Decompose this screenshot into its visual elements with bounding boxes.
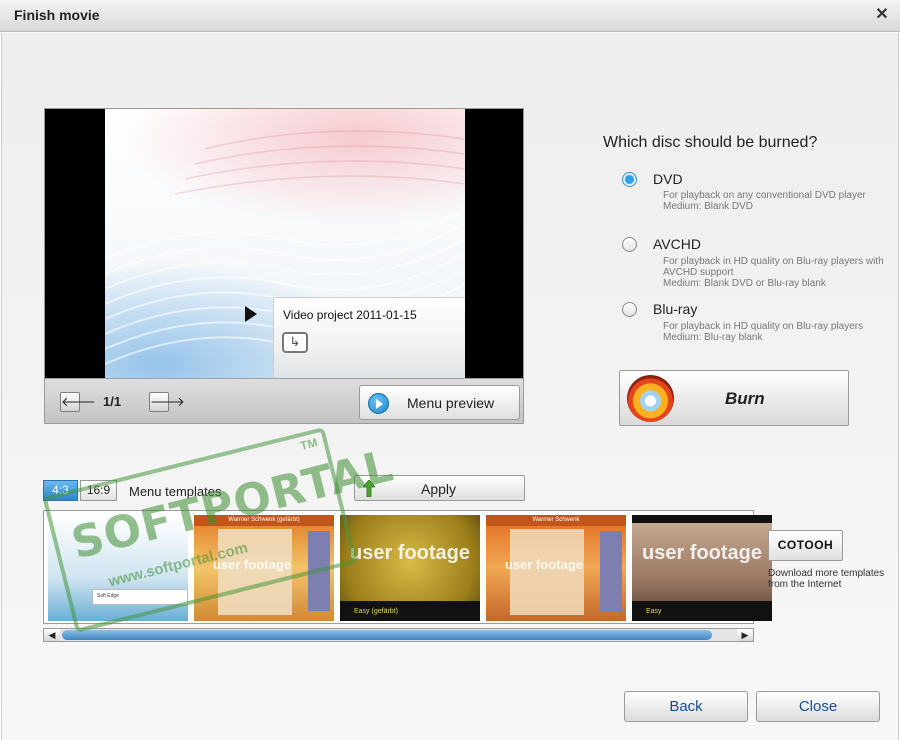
template-big-text: user footage — [504, 557, 583, 572]
template-strip: Soft Edge Warmer Schwenk (gefärbt) user … — [43, 510, 772, 624]
template-footer-bar: Easy (gefärbt) — [340, 601, 480, 621]
template-footer-text: Easy — [646, 608, 662, 615]
burn-button[interactable]: Burn — [619, 370, 849, 426]
template-thumbnail[interactable]: Warmer Schwenk (gefärbt) user footage — [194, 515, 334, 621]
previous-page-button[interactable]: 🡐 — [60, 392, 96, 412]
radio-bluray[interactable] — [622, 302, 637, 317]
title-bar: Finish movie ✕ — [0, 0, 900, 32]
menu-preview-panel: Video project 2011-01-15 ↳ 🡐 1/1 🡒 Menu … — [44, 108, 524, 424]
burn-label: Burn — [725, 389, 765, 408]
template-big-text: user footage — [212, 557, 291, 572]
burning-disc-icon — [627, 375, 674, 422]
radio-dvd[interactable] — [622, 172, 637, 187]
template-footer-text: Easy (gefärbt) — [354, 608, 398, 615]
menu-preview-button[interactable]: Menu preview — [359, 385, 520, 420]
window-title: Finish movie — [14, 7, 100, 23]
radio-avchd[interactable] — [622, 237, 637, 252]
option-bluray-label[interactable]: Blu-ray — [653, 301, 697, 317]
menu-background: Video project 2011-01-15 ↳ — [105, 109, 465, 378]
return-icon[interactable]: ↳ — [282, 332, 308, 353]
template-thumbnail[interactable]: user footage Easy — [632, 515, 772, 621]
option-avchd-description: For playback in HD quality on Blu-ray pl… — [663, 256, 884, 289]
play-arrow-icon[interactable] — [245, 306, 257, 322]
close-icon[interactable]: ✕ — [872, 5, 892, 25]
back-button[interactable]: Back — [624, 691, 748, 722]
tab-aspect-4-3[interactable]: 4:3 — [43, 480, 78, 501]
template-thumbnail[interactable]: Soft Edge — [48, 515, 188, 621]
option-dvd-description: For playback on any conventional DVD pla… — [663, 190, 866, 212]
preview-screen: Video project 2011-01-15 ↳ — [45, 109, 523, 378]
template-scrollbar[interactable]: ◀ ▶ — [43, 628, 754, 642]
option-avchd-label[interactable]: AVCHD — [653, 236, 701, 252]
up-arrow-icon — [363, 480, 375, 497]
template-top-bar — [632, 515, 772, 523]
option-dvd-label[interactable]: DVD — [653, 171, 683, 187]
preview-toolbar: 🡐 1/1 🡒 Menu preview — [45, 378, 523, 423]
disc-question: Which disc should be burned? — [603, 134, 818, 151]
download-templates-text: Download more templates from the Interne… — [768, 568, 885, 590]
template-footer-bar: Easy — [632, 601, 772, 621]
menu-title-card: Video project 2011-01-15 ↳ — [273, 297, 465, 378]
template-thumbnail[interactable]: user footage Easy (gefärbt) — [340, 515, 480, 621]
page-indicator: 1/1 — [103, 394, 122, 409]
scroll-right-icon[interactable]: ▶ — [737, 629, 753, 641]
next-page-button[interactable]: 🡒 — [149, 392, 185, 412]
template-side-card — [308, 531, 330, 611]
menu-templates-label: Menu templates — [129, 484, 222, 499]
template-big-text: user footage — [349, 542, 471, 564]
template-caption-box: Soft Edge — [92, 589, 188, 605]
template-side-card — [600, 531, 622, 611]
close-button[interactable]: Close — [756, 691, 880, 722]
tab-aspect-16-9[interactable]: 16:9 — [80, 480, 117, 501]
template-header-text: Warmer Schwenk — [486, 515, 626, 526]
scrollbar-thumb[interactable] — [62, 630, 712, 640]
play-circle-icon — [368, 393, 389, 414]
template-big-text: user footage — [641, 542, 763, 564]
option-bluray-description: For playback in HD quality on Blu-ray pl… — [663, 321, 864, 343]
apply-button[interactable]: Apply — [354, 475, 525, 501]
apply-label: Apply — [421, 481, 457, 497]
cotooh-button[interactable]: COTOOH — [768, 530, 843, 561]
template-header-text: Warmer Schwenk (gefärbt) — [194, 515, 334, 526]
menu-preview-label: Menu preview — [407, 395, 495, 411]
template-thumbnail[interactable]: Warmer Schwenk user footage — [486, 515, 626, 621]
menu-title-text: Video project 2011-01-15 — [283, 308, 417, 322]
template-footer-text: Soft Edge — [97, 593, 119, 599]
scroll-left-icon[interactable]: ◀ — [44, 629, 60, 641]
